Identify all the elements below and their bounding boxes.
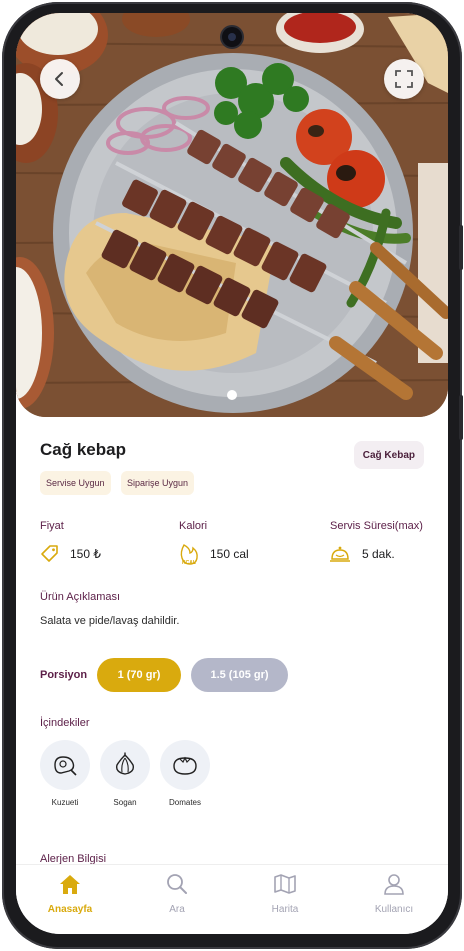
user-icon bbox=[384, 874, 404, 895]
portion-option-1[interactable]: 1 (70 gr) bbox=[97, 658, 181, 692]
nav-item-anasayfa[interactable]: Anasayfa bbox=[30, 873, 110, 915]
description-label: Ürün Açıklaması bbox=[40, 591, 121, 603]
map-icon bbox=[274, 874, 296, 894]
bottom-nav: Anasayfa Ara Harita Kullanıcı bbox=[16, 864, 448, 934]
meat-icon bbox=[54, 756, 77, 776]
app-screen: Cağ kebap Cağ Kebap Servise Uygun Sipari… bbox=[16, 13, 448, 934]
ingredient-item-kuzueti[interactable]: Kuzueti bbox=[40, 740, 90, 807]
ingredient-name: Domates bbox=[168, 798, 201, 807]
product-image bbox=[16, 13, 448, 417]
price-value: 150 ₺ bbox=[70, 547, 101, 561]
back-button[interactable] bbox=[40, 59, 80, 99]
search-icon bbox=[167, 874, 187, 894]
nav-label: Anasayfa bbox=[47, 904, 93, 915]
calorie-value: 150 cal bbox=[210, 547, 249, 561]
category-badge: Cağ Kebap bbox=[353, 441, 424, 469]
volume-button bbox=[459, 225, 463, 270]
ingredient-name: Sogan bbox=[113, 798, 137, 807]
expand-icon bbox=[395, 70, 413, 88]
calorie-icon-text: KCAL bbox=[182, 560, 196, 566]
nav-item-kullanici[interactable]: Kullanıcı bbox=[354, 873, 434, 915]
image-pager-dot[interactable] bbox=[227, 390, 237, 400]
ingredient-name: Kuzueti bbox=[51, 798, 79, 807]
nav-label: Kullanıcı bbox=[374, 904, 414, 915]
home-icon bbox=[60, 875, 80, 894]
price-label: Fiyat bbox=[40, 520, 64, 532]
power-button bbox=[459, 395, 463, 440]
tag-siparise-uygun: Siparişe Uygun bbox=[121, 471, 195, 495]
cloche-icon bbox=[330, 546, 350, 562]
service-time-label: Servis Süresi(max) bbox=[330, 520, 423, 532]
price-tag-icon bbox=[41, 545, 58, 562]
portion-option-1-5[interactable]: 1.5 (105 gr) bbox=[191, 658, 288, 692]
portion-label: Porsiyon bbox=[40, 669, 88, 681]
nav-label: Harita bbox=[271, 904, 299, 915]
ingredients-label: İçindekiler bbox=[40, 717, 90, 729]
ingredient-item-domates[interactable]: Domates bbox=[160, 740, 210, 807]
product-title: Cağ kebap bbox=[40, 440, 126, 459]
service-time-value: 5 dak. bbox=[362, 547, 395, 561]
calorie-label: Kalori bbox=[179, 520, 208, 532]
description-text: Salata ve pide/lavaş dahildir. bbox=[40, 615, 180, 627]
front-camera bbox=[222, 27, 242, 47]
calorie-icon: KCAL bbox=[176, 542, 202, 568]
chevron-left-icon bbox=[55, 72, 63, 86]
tag-servise-uygun: Servise Uygun bbox=[40, 471, 111, 495]
onion-icon bbox=[115, 752, 135, 775]
ingredient-item-sogan[interactable]: Sogan bbox=[100, 740, 150, 807]
nav-label: Ara bbox=[169, 904, 185, 915]
nav-item-ara[interactable]: Ara bbox=[137, 873, 217, 915]
tomato-icon bbox=[173, 756, 197, 775]
fullscreen-button[interactable] bbox=[384, 59, 424, 99]
nav-item-harita[interactable]: Harita bbox=[245, 873, 325, 915]
